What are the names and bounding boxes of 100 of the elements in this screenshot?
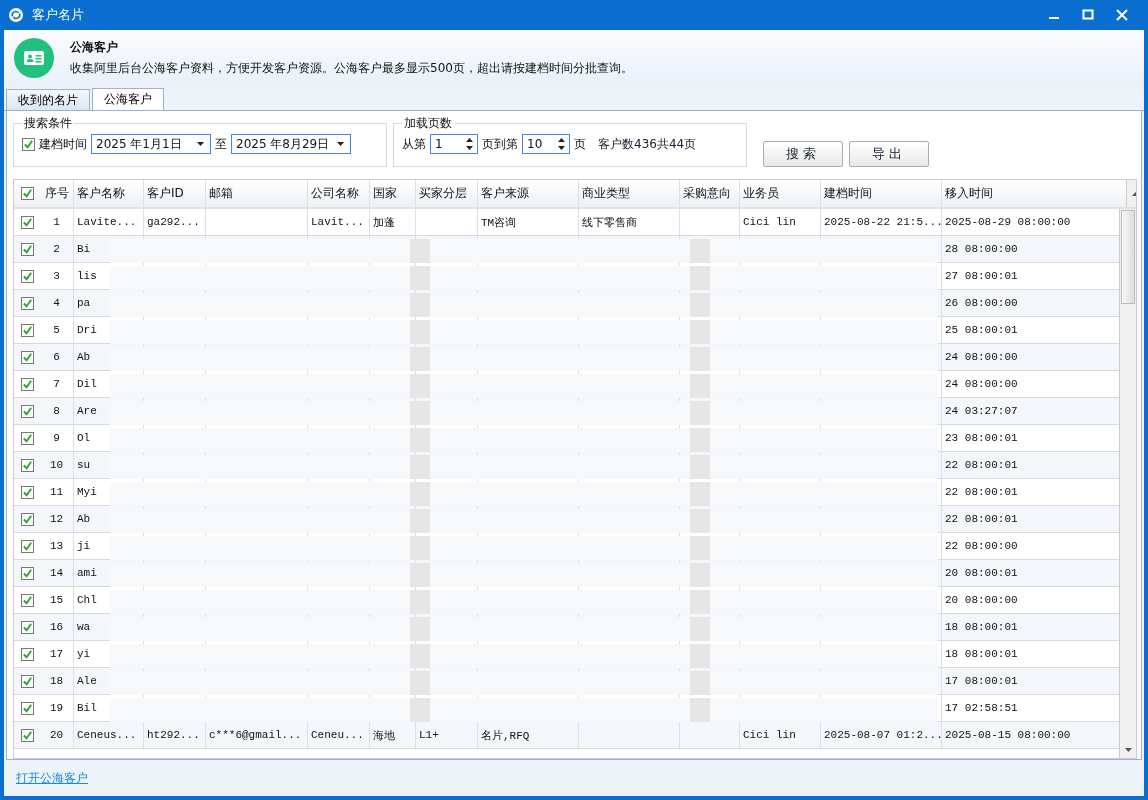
table-cell: 3 xyxy=(53,270,60,282)
search-button[interactable]: 搜索 xyxy=(763,141,843,167)
tab[interactable]: 收到的名片 xyxy=(6,89,90,110)
scrollbar-thumb[interactable] xyxy=(1121,210,1135,304)
row-checkbox[interactable] xyxy=(20,431,34,445)
row-checkbox[interactable] xyxy=(20,674,34,688)
table-cell: 2025-08-07 01:2... xyxy=(824,729,941,741)
table-cell: 2 xyxy=(53,243,60,255)
tab[interactable]: 公海客户 xyxy=(92,88,164,110)
table-cell: c***6@gmail... xyxy=(209,729,302,741)
scroll-down-icon[interactable] xyxy=(1124,748,1132,752)
spin-arrows-icon xyxy=(466,138,473,150)
table-cell: Dri xyxy=(77,324,97,336)
table-cell-text: 线下零售商 xyxy=(582,215,637,230)
table-cell-text: 海地 xyxy=(373,728,395,743)
column-header[interactable]: 国家 xyxy=(370,180,416,207)
header-title: 公海客户 xyxy=(70,39,119,56)
table-cell: pa xyxy=(77,297,91,309)
table-cell: 24 08:00:00 xyxy=(945,351,1018,363)
table-cell: Lavit... xyxy=(311,216,364,228)
business-card-icon xyxy=(14,38,54,78)
table-cell: 17 02:58:51 xyxy=(945,702,1018,714)
column-header[interactable]: 客户来源 xyxy=(478,180,579,207)
column-header[interactable]: 采购意向 xyxy=(680,180,740,207)
date-picker[interactable]: 2025 年1月1日 xyxy=(91,134,211,154)
row-checkbox[interactable] xyxy=(20,512,34,526)
table-cell: 24 03:27:07 xyxy=(945,405,1018,417)
table-cell: Bil xyxy=(77,702,97,714)
table-cell: 10 xyxy=(49,459,64,471)
row-checkbox[interactable] xyxy=(20,485,34,499)
select-all-checkbox[interactable] xyxy=(20,187,34,200)
table-cell: 19 xyxy=(49,702,64,714)
export-button[interactable]: 导出 xyxy=(849,141,929,167)
table-cell: Dil xyxy=(77,378,97,390)
table-cell: 18 08:00:01 xyxy=(945,621,1018,633)
table-cell: Ceneus... xyxy=(77,729,137,741)
row-checkbox[interactable] xyxy=(20,215,34,229)
row-checkbox[interactable] xyxy=(20,323,34,337)
column-header[interactable]: 邮箱 xyxy=(206,180,308,207)
table-cell: lis xyxy=(77,270,97,282)
column-header[interactable]: 商业类型 xyxy=(579,180,680,207)
table-cell: 6 xyxy=(53,351,60,363)
table-cell: Ab xyxy=(77,513,91,525)
table-cell: 2025-08-22 21:5... xyxy=(824,216,941,228)
table-cell: 17 xyxy=(49,648,64,660)
column-header[interactable]: 业务员 xyxy=(740,180,821,207)
scroll-up-icon[interactable] xyxy=(1131,191,1136,196)
table-cell: 13 xyxy=(49,540,64,552)
column-header[interactable]: 移入时间 xyxy=(942,180,1126,207)
row-checkbox[interactable] xyxy=(20,728,34,742)
table-cell: L1+ xyxy=(419,729,439,741)
table-cell: 25 08:00:01 xyxy=(945,324,1018,336)
table-cell: Bi xyxy=(77,243,91,255)
column-header[interactable]: 序号 xyxy=(40,180,74,207)
maximize-icon[interactable] xyxy=(1082,9,1094,21)
from-page-label: 从第 xyxy=(402,135,426,153)
row-checkbox[interactable] xyxy=(20,296,34,310)
table-cell: 1 xyxy=(53,216,60,228)
table-cell: 26 08:00:00 xyxy=(945,297,1018,309)
table-cell: ji xyxy=(77,540,91,552)
range-separator: 至 xyxy=(215,135,227,153)
scrollbar[interactable] xyxy=(1119,209,1136,758)
table-cell: 22 08:00:00 xyxy=(945,540,1018,552)
to-page-label: 页到第 xyxy=(482,135,518,153)
table-cell: Cici lin xyxy=(743,729,796,741)
row-checkbox[interactable] xyxy=(20,458,34,472)
column-header[interactable]: 建档时间 xyxy=(821,180,942,207)
table-cell: ami xyxy=(77,567,97,579)
row-checkbox[interactable] xyxy=(20,539,34,553)
table-cell: Chl xyxy=(77,594,97,606)
row-checkbox[interactable] xyxy=(20,242,34,256)
row-checkbox[interactable] xyxy=(20,620,34,634)
table-cell: 11 xyxy=(49,486,64,498)
page-spinner[interactable]: 1 xyxy=(430,134,478,154)
column-header[interactable]: 客户ID xyxy=(144,180,206,207)
row-checkbox[interactable] xyxy=(20,566,34,580)
row-checkbox[interactable] xyxy=(20,701,34,715)
column-header[interactable]: 公司名称 xyxy=(308,180,370,207)
table-cell: 20 08:00:00 xyxy=(945,594,1018,606)
column-header[interactable]: 买家分层 xyxy=(416,180,478,207)
row-checkbox[interactable] xyxy=(20,269,34,283)
table-cell: yi xyxy=(77,648,91,660)
row-checkbox[interactable] xyxy=(20,647,34,661)
row-checkbox[interactable] xyxy=(20,593,34,607)
table-cell: 18 xyxy=(49,675,64,687)
page-unit-label: 页 xyxy=(574,135,586,153)
row-checkbox[interactable] xyxy=(20,404,34,418)
row-checkbox[interactable] xyxy=(20,377,34,391)
table-cell: Ceneu... xyxy=(311,729,364,741)
table-cell: 28 08:00:00 xyxy=(945,243,1018,255)
close-icon[interactable] xyxy=(1116,9,1128,21)
date-picker[interactable]: 2025 年8月29日 xyxy=(231,134,351,154)
column-header[interactable]: 客户名称 xyxy=(74,180,144,207)
row-checkbox[interactable] xyxy=(20,350,34,364)
table-cell: 22 08:00:01 xyxy=(945,486,1018,498)
page-spinner[interactable]: 10 xyxy=(522,134,570,154)
open-link[interactable]: 打开公海客户 xyxy=(16,769,88,787)
checkbox[interactable] xyxy=(22,137,35,151)
table-cell: 2025-08-15 08:00:00 xyxy=(945,729,1071,741)
table-cell: 4 xyxy=(53,297,60,309)
